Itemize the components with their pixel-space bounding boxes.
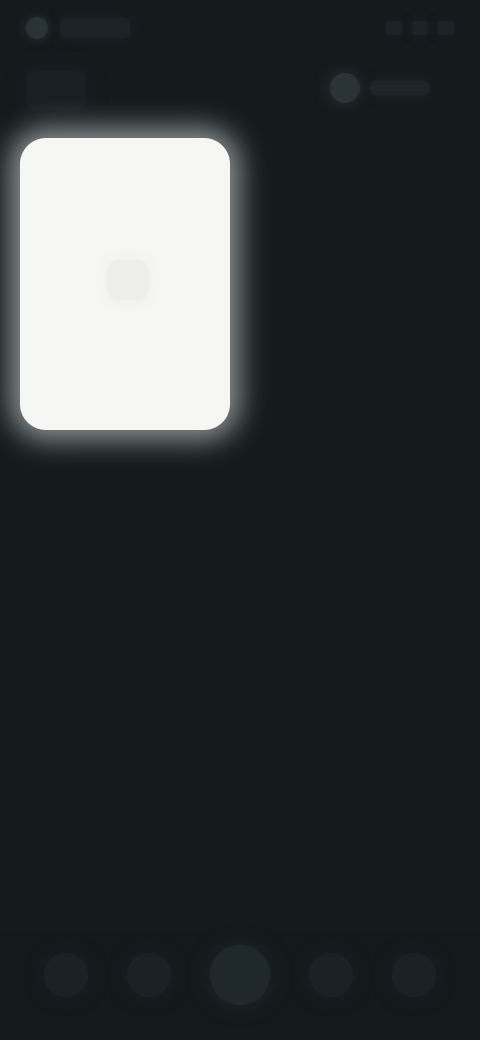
nav-icon-1[interactable] [43,953,88,997]
preview-card[interactable] [20,138,230,430]
status-dot-icon [26,17,48,39]
status-text [60,18,130,38]
bottom-navigation [0,930,480,1040]
battery-icon [438,21,454,35]
nav-icon-2[interactable] [126,953,171,997]
preview-image-icon [108,260,148,300]
nav-icon-5[interactable] [392,953,437,997]
circle-icon [330,73,360,103]
back-button[interactable] [26,70,86,110]
nav-icon-4[interactable] [309,953,354,997]
wifi-icon [412,21,428,35]
signal-icon [386,21,402,35]
status-bar [0,0,480,56]
status-icons [386,21,454,35]
screen [0,0,480,1040]
top-action-label [370,81,430,95]
top-action-button[interactable] [330,66,450,110]
nav-icon-3[interactable] [209,945,270,1005]
